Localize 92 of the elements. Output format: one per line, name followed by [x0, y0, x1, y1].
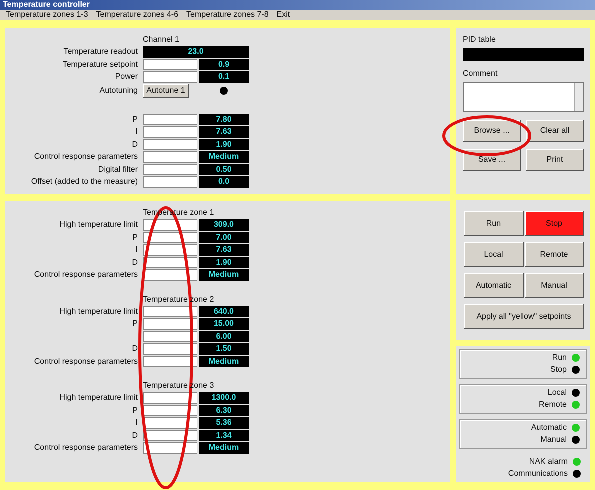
autotune-button[interactable]: Autotune 1	[143, 84, 189, 98]
field-label: D	[132, 430, 138, 440]
input-field[interactable]	[143, 151, 197, 162]
value-display: 1.34	[199, 430, 249, 441]
field-label: P	[132, 232, 138, 242]
section-title: Channel 1	[143, 34, 180, 46]
value-display: 7.80	[199, 114, 249, 125]
input-field[interactable]	[143, 392, 197, 404]
field-label: High temperature limit	[60, 306, 138, 316]
control-button[interactable]: Manual	[524, 273, 584, 298]
control-button[interactable]: Run	[464, 211, 524, 236]
value-display: 23.0	[143, 46, 249, 58]
status-label: Run	[552, 354, 567, 362]
action-button[interactable]: Clear all	[526, 120, 584, 142]
value-display: 0.50	[199, 164, 249, 175]
field-label: Autotuning	[100, 86, 138, 94]
input-field[interactable]	[143, 306, 197, 317]
field-label: Temperature setpoint	[62, 60, 138, 68]
status-label: Automatic	[531, 424, 567, 432]
input-field[interactable]	[143, 71, 197, 82]
value-display: 7.63	[199, 244, 249, 256]
field-label: Digital filter	[98, 164, 138, 174]
field-label: Control response parameters	[34, 356, 138, 366]
status-label: Manual	[540, 436, 567, 444]
value-display: Medium	[199, 269, 249, 280]
value-display: 6.00	[199, 330, 249, 342]
field-label: Power	[115, 72, 138, 81]
value-display: 309.0	[199, 219, 249, 230]
value-display: Medium	[199, 442, 249, 454]
field-label: Offset (added to the measure)	[31, 177, 138, 186]
control-button[interactable]: Automatic	[464, 273, 524, 298]
input-field[interactable]	[143, 318, 197, 330]
field-label: P	[132, 406, 138, 414]
value-display: Medium	[199, 151, 249, 162]
field-label: Control response parameters	[34, 443, 138, 452]
value-display: 1.50	[199, 343, 249, 354]
input-field[interactable]	[143, 404, 197, 416]
field-label: P	[132, 319, 138, 328]
field-label: Control response parameters	[34, 270, 138, 279]
menu-item[interactable]: Temperature zones 4-6	[96, 11, 179, 19]
control-button[interactable]: Stop	[524, 211, 584, 236]
action-button[interactable]: Browse ...	[463, 120, 521, 142]
field-label: D	[132, 258, 138, 266]
input-field[interactable]	[143, 114, 197, 125]
field-label: P	[132, 114, 138, 124]
value-display: 1300.0	[199, 392, 249, 404]
input-field[interactable]	[143, 164, 197, 175]
input-field[interactable]	[143, 356, 197, 367]
control-button[interactable]: Remote	[524, 242, 584, 267]
value-display: 0.9	[199, 58, 249, 70]
field-label: High temperature limit	[60, 220, 138, 229]
value-display: 7.63	[199, 126, 249, 138]
field-label: Temperature readout	[64, 47, 138, 56]
field-label: I	[136, 418, 138, 427]
menu-item[interactable]: Temperature zones 7-8	[186, 11, 269, 19]
control-button[interactable]: Local	[464, 242, 524, 267]
field-label: D	[132, 140, 138, 148]
control-button[interactable]: Apply all "yellow" setpoints	[464, 304, 584, 329]
value-display: 640.0	[199, 306, 249, 317]
value-display: 1.90	[199, 256, 249, 268]
value-display: 5.36	[199, 417, 249, 428]
scrollbar[interactable]	[574, 83, 583, 111]
value-display: 6.30	[199, 404, 249, 416]
value-display: 1.90	[199, 138, 249, 150]
value-display: 0.1	[199, 71, 249, 82]
value-display: 15.00	[199, 318, 249, 330]
field-label: I	[136, 127, 138, 136]
status-label: NAK alarm	[529, 458, 568, 466]
menu-item[interactable]: Temperature zones 1-3	[6, 11, 88, 19]
window-title: Temperature controller	[0, 0, 595, 10]
status-label: Local	[548, 389, 567, 397]
status-label: Communications	[508, 470, 568, 478]
field-label: Comment	[463, 70, 499, 78]
input-field[interactable]	[143, 176, 197, 188]
field-label: I	[136, 245, 138, 254]
input-field[interactable]	[143, 58, 197, 70]
input-field[interactable]	[143, 330, 197, 342]
input-field[interactable]	[143, 126, 197, 138]
input-field[interactable]	[143, 138, 197, 150]
status-label: Remote	[538, 401, 567, 409]
value-display: 7.00	[199, 232, 249, 243]
status-label: Stop	[550, 366, 567, 374]
menu-item[interactable]: Exit	[276, 11, 290, 19]
field-label: D	[132, 344, 138, 353]
field-label: PID table	[463, 36, 497, 44]
value-display: Medium	[199, 356, 249, 367]
input-field[interactable]	[143, 343, 197, 354]
field-label: Control response parameters	[34, 152, 138, 161]
comment-field[interactable]	[463, 82, 584, 112]
value-display: 0.0	[199, 176, 249, 188]
action-button[interactable]: Print	[526, 149, 584, 171]
field-label: High temperature limit	[60, 393, 138, 402]
